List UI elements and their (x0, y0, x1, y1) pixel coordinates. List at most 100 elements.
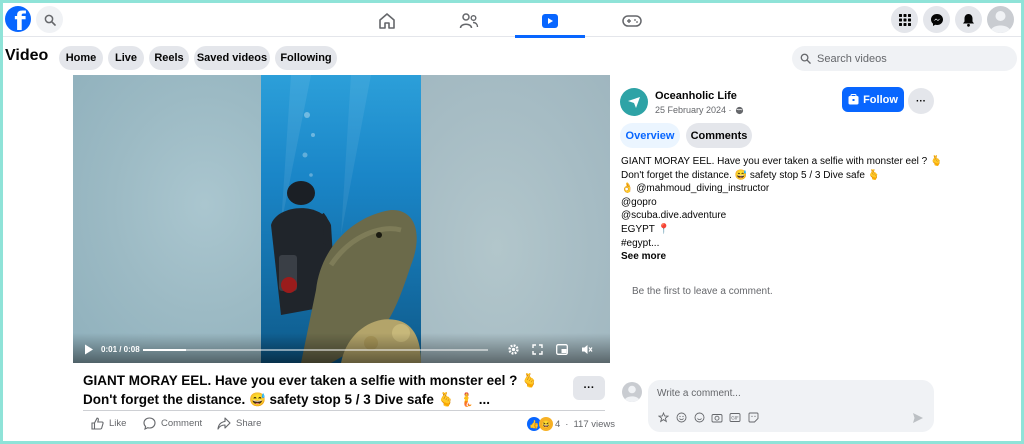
gif-icon[interactable]: GIF (729, 411, 741, 423)
messenger-button[interactable] (923, 6, 950, 33)
video-frame (261, 75, 421, 363)
nav-video-tab[interactable] (515, 7, 585, 38)
section-title: Video (5, 47, 49, 64)
reaction-count: 4 (555, 418, 561, 430)
description-line: @gopro (621, 196, 657, 208)
video-icon (542, 14, 558, 28)
play-button[interactable] (81, 341, 97, 357)
picture-in-picture-button[interactable] (554, 341, 570, 357)
home-icon (379, 13, 395, 29)
page-name[interactable]: Oceanholic Life (655, 90, 737, 102)
settings-button[interactable] (505, 341, 521, 357)
post-title-line: GIANT MORAY EEL. Have you ever taken a s… (83, 373, 538, 388)
follow-icon (848, 94, 859, 105)
pill-home[interactable]: Home (59, 46, 103, 70)
video-controls: 0:01 / 0:08 (73, 333, 610, 363)
search-icon (44, 14, 56, 26)
description-line: 👌 @mahmoud_diving_instructor (621, 183, 770, 195)
comment-composer[interactable]: Write a comment... GIF (648, 380, 934, 432)
tab-comments[interactable]: Comments (686, 123, 752, 148)
notifications-button[interactable] (955, 6, 982, 33)
notifications-icon (963, 13, 974, 27)
current-user-avatar (622, 382, 642, 402)
pill-reels[interactable]: Reels (149, 46, 189, 70)
expand-icon (531, 343, 543, 355)
account-icon (990, 11, 1011, 33)
pill-following[interactable]: Following (275, 46, 337, 70)
pill-live[interactable]: Live (108, 46, 144, 70)
mute-button[interactable] (579, 341, 595, 357)
post-title: GIANT MORAY EEL. Have you ever taken a s… (83, 371, 553, 409)
share-label: Share (236, 418, 262, 429)
pill-saved-videos[interactable]: Saved videos (194, 46, 270, 70)
emoji-icon[interactable] (675, 411, 687, 423)
page-avatar[interactable] (620, 88, 648, 116)
share-button[interactable]: Share (217, 417, 261, 430)
friends-icon (459, 13, 479, 29)
send-icon (913, 413, 923, 423)
follow-button[interactable]: Follow (842, 87, 904, 112)
search-videos-placeholder: Search videos (817, 52, 887, 65)
top-navigation: f (3, 3, 1021, 38)
comment-input[interactable]: Write a comment... (657, 388, 741, 399)
description-line: GIANT MORAY EEL. Have you ever taken a s… (621, 156, 943, 167)
share-icon (217, 417, 231, 430)
video-player[interactable]: 0:01 / 0:08 (73, 75, 610, 363)
nav-friends-tab[interactable] (434, 7, 504, 35)
search-button[interactable] (36, 6, 63, 33)
divider (83, 410, 605, 411)
avatar-sticker-icon[interactable] (657, 411, 669, 423)
globe-icon (735, 106, 743, 114)
camera-icon[interactable] (711, 411, 723, 423)
view-count: 117 views (573, 418, 616, 430)
svg-text:GIF: GIF (731, 415, 739, 421)
description-line: EGYPT 📍 (621, 223, 670, 235)
search-icon (800, 53, 811, 64)
post-more-button[interactable]: ··· (573, 376, 605, 400)
page-more-button[interactable]: ··· (908, 88, 934, 114)
send-button[interactable] (912, 411, 924, 429)
volume-muted-icon (582, 344, 593, 354)
video-progress-bar[interactable] (143, 349, 488, 351)
see-more-link[interactable]: See more (621, 250, 941, 264)
comment-button[interactable]: Comment (143, 417, 202, 430)
menu-grid-icon (898, 13, 911, 26)
fullscreen-button[interactable] (529, 341, 545, 357)
comment-icon (143, 417, 156, 430)
video-blurred-background-left (73, 75, 261, 363)
logo-letter: f (14, 7, 26, 32)
post-description: GIANT MORAY EEL. Have you ever taken a s… (621, 155, 943, 264)
video-scene (271, 75, 421, 363)
description-line: Don't forget the distance. 😅 safety stop… (621, 169, 881, 181)
facebook-video-page: f Video Home Live Reels Saved videos Fol… (3, 3, 1021, 441)
user-icon (624, 385, 640, 402)
video-blurred-background-right (421, 75, 610, 363)
account-button[interactable] (987, 6, 1014, 33)
comment-tools: GIF (657, 411, 759, 423)
play-icon (85, 344, 93, 354)
sticker-icon[interactable] (747, 411, 759, 423)
messenger-icon (930, 13, 943, 26)
comment-label: Comment (161, 418, 203, 429)
post-date-text: 25 February 2024 · (655, 105, 732, 115)
video-time: 0:01 / 0:08 (101, 345, 140, 354)
nav-gaming-tab[interactable] (597, 7, 667, 35)
thumbs-up-icon (91, 417, 104, 430)
description-line: @scuba.dive.adventure (621, 210, 727, 222)
search-videos-input[interactable]: Search videos (792, 46, 1017, 71)
smile-icon[interactable] (693, 411, 705, 423)
empty-comments-message: Be the first to leave a comment. (632, 286, 773, 297)
follow-label: Follow (863, 93, 898, 106)
menu-button[interactable] (891, 6, 918, 33)
tab-overview[interactable]: Overview (620, 123, 680, 148)
separator: · (565, 418, 569, 430)
facebook-logo[interactable]: f (5, 6, 31, 32)
like-button[interactable]: Like (91, 417, 126, 430)
nav-home-tab[interactable] (352, 7, 422, 35)
reactions-summary[interactable]: 👍 😆 4 · 117 views (527, 417, 615, 431)
description-line: #egypt... (621, 237, 660, 249)
gaming-icon (622, 15, 642, 27)
pip-icon (556, 343, 568, 355)
haha-reaction-icon: 😆 (539, 417, 553, 431)
gear-icon (507, 343, 519, 355)
